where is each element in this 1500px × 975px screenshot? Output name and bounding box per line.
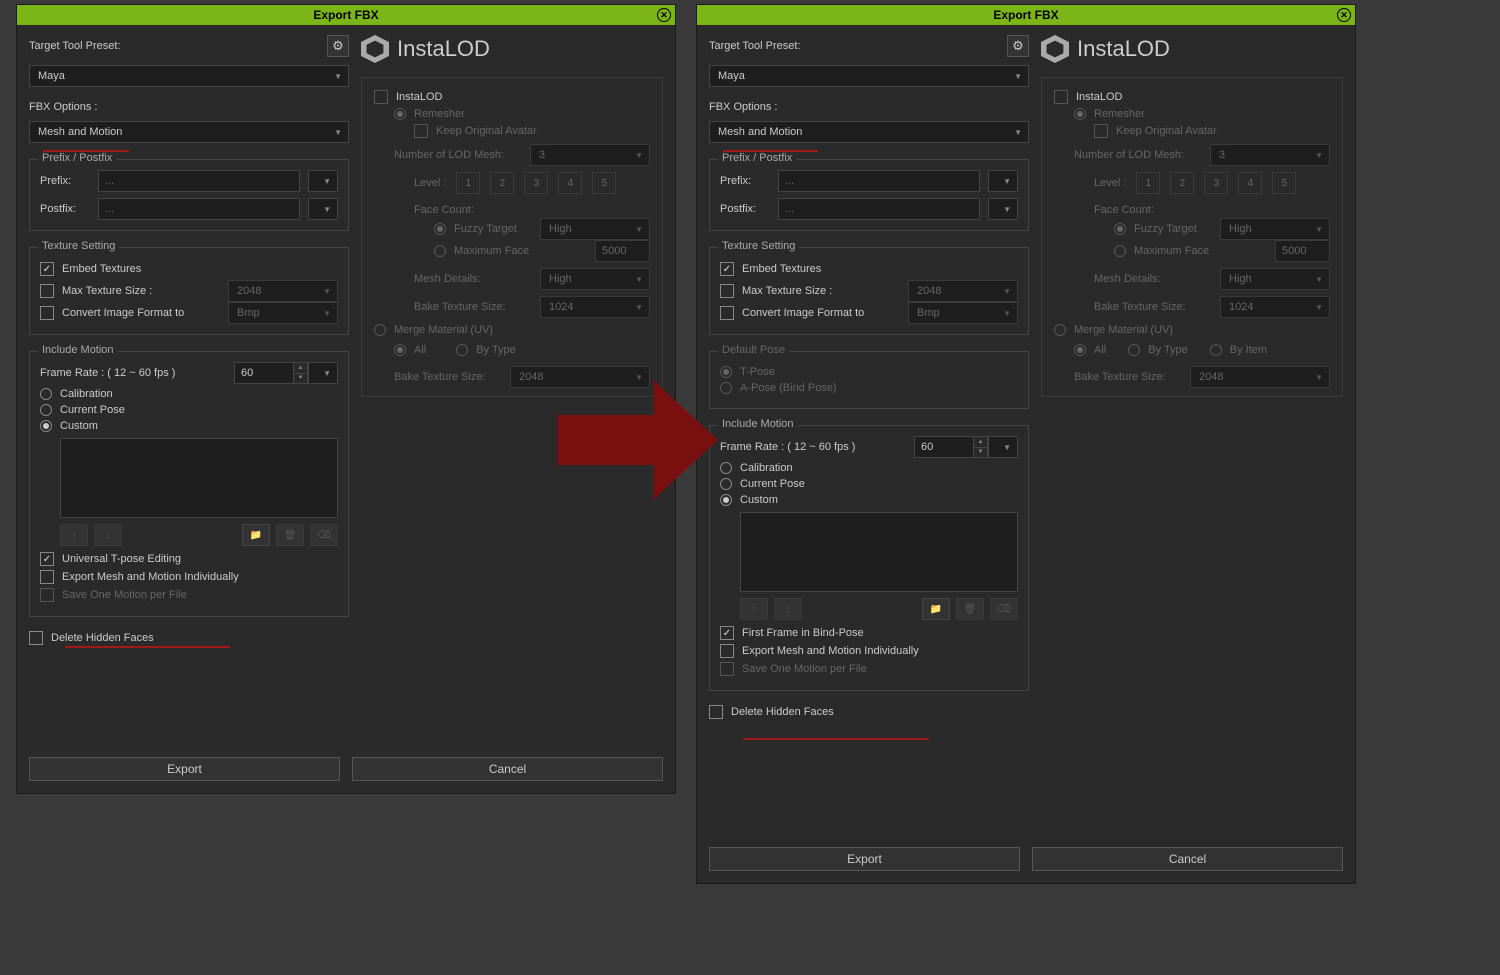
frame-rate-stepper[interactable]: 60 ▲▼ <box>234 362 338 384</box>
export-individually-checkbox[interactable] <box>720 644 734 658</box>
delete-icon[interactable]: 🗑 <box>276 524 304 546</box>
stepper-up-icon[interactable]: ▲ <box>294 363 307 374</box>
export-individually-checkbox[interactable] <box>40 570 54 584</box>
level-4-button: 4 <box>558 172 582 194</box>
close-button[interactable]: ✕ <box>657 8 671 22</box>
window-title: Export FBX <box>313 8 378 22</box>
instalod-checkbox[interactable] <box>374 90 388 104</box>
max-texture-checkbox[interactable] <box>40 284 54 298</box>
prefix-input[interactable]: ... <box>778 170 980 192</box>
gear-icon[interactable]: ⚙ <box>327 35 349 57</box>
prefix-input[interactable]: ... <box>98 170 300 192</box>
target-preset-select[interactable]: Maya <box>29 65 349 87</box>
current-pose-radio[interactable] <box>40 404 52 416</box>
target-preset-label: Target Tool Preset: <box>29 40 121 52</box>
cancel-button[interactable]: Cancel <box>352 757 663 781</box>
motion-listbox[interactable] <box>60 438 338 518</box>
texture-group: Texture Setting Embed Textures Max Textu… <box>29 247 349 335</box>
merge-material-radio <box>374 324 386 336</box>
add-folder-icon[interactable]: 📁 <box>242 524 270 546</box>
instalod-checkbox[interactable] <box>1054 90 1068 104</box>
delete-icon[interactable]: 🗑 <box>956 598 984 620</box>
move-up-icon[interactable]: ↑ <box>740 598 768 620</box>
move-down-icon[interactable]: ↓ <box>774 598 802 620</box>
keep-avatar-checkbox <box>414 124 428 138</box>
cancel-button[interactable]: Cancel <box>1032 847 1343 871</box>
level-5-button: 5 <box>592 172 616 194</box>
prefix-postfix-group: Prefix / Postfix Prefix: ... Postfix: ..… <box>29 159 349 231</box>
custom-radio[interactable] <box>40 420 52 432</box>
num-lod-select: 3 <box>530 144 650 166</box>
instalod-logo: InstaLOD <box>1041 35 1343 63</box>
calibration-radio[interactable] <box>40 388 52 400</box>
highlight-underline <box>43 150 129 152</box>
title-bar: Export FBX ✕ <box>697 5 1355 25</box>
move-up-icon[interactable]: ↑ <box>60 524 88 546</box>
postfix-dropdown[interactable] <box>988 198 1018 220</box>
default-pose-group: Default Pose T-Pose A-Pose (Bind Pose) <box>709 351 1029 409</box>
level-3-button: 3 <box>524 172 548 194</box>
clear-icon[interactable]: ⌫ <box>310 524 338 546</box>
export-button[interactable]: Export <box>29 757 340 781</box>
max-texture-checkbox[interactable] <box>720 284 734 298</box>
instalod-logo-icon <box>361 35 389 63</box>
clear-icon[interactable]: ⌫ <box>990 598 1018 620</box>
gear-icon[interactable]: ⚙ <box>1007 35 1029 57</box>
fbx-options-select[interactable]: Mesh and Motion <box>709 121 1029 143</box>
stepper-down-icon[interactable]: ▼ <box>294 374 307 384</box>
fbx-options-label: FBX Options : <box>29 101 349 113</box>
fbx-options-select[interactable]: Mesh and Motion <box>29 121 349 143</box>
add-folder-icon[interactable]: 📁 <box>922 598 950 620</box>
title-bar: Export FBX ✕ <box>17 5 675 25</box>
prefix-dropdown[interactable] <box>988 170 1018 192</box>
highlight-underline <box>65 646 230 648</box>
fbx-options-label: FBX Options : <box>709 101 1029 113</box>
motion-listbox[interactable] <box>740 512 1018 592</box>
frame-rate-stepper[interactable]: 60 ▲▼ <box>914 436 1018 458</box>
level-1-button: 1 <box>456 172 480 194</box>
convert-format-checkbox[interactable] <box>720 306 734 320</box>
postfix-input[interactable]: ... <box>98 198 300 220</box>
calibration-radio[interactable] <box>720 462 732 474</box>
close-button[interactable]: ✕ <box>1337 8 1351 22</box>
window-title: Export FBX <box>993 8 1058 22</box>
save-one-motion-checkbox <box>40 588 54 602</box>
remesher-radio <box>394 108 406 120</box>
include-motion-group: Include Motion Frame Rate : ( 12 ~ 60 fp… <box>29 351 349 617</box>
export-dialog-before: Export FBX ✕ Target Tool Preset: ⚙ Maya … <box>16 4 676 794</box>
instalod-logo: InstaLOD <box>361 35 663 63</box>
postfix-dropdown[interactable] <box>308 198 338 220</box>
move-down-icon[interactable]: ↓ <box>94 524 122 546</box>
prefix-postfix-group: Prefix / Postfix Prefix: ... Postfix: ..… <box>709 159 1029 231</box>
target-preset-label: Target Tool Preset: <box>709 40 801 52</box>
level-2-button: 2 <box>490 172 514 194</box>
stepper-down-icon[interactable]: ▼ <box>974 448 987 458</box>
embed-textures-checkbox[interactable] <box>40 262 54 276</box>
convert-format-checkbox[interactable] <box>40 306 54 320</box>
custom-radio[interactable] <box>720 494 732 506</box>
tpose-radio <box>720 366 732 378</box>
save-one-motion-checkbox <box>720 662 734 676</box>
target-preset-select[interactable]: Maya <box>709 65 1029 87</box>
universal-tpose-checkbox[interactable] <box>40 552 54 566</box>
embed-textures-checkbox[interactable] <box>720 262 734 276</box>
convert-format-select[interactable]: Bmp <box>228 302 338 324</box>
export-button[interactable]: Export <box>709 847 1020 871</box>
stepper-up-icon[interactable]: ▲ <box>974 437 987 448</box>
include-motion-group: Include Motion Frame Rate : ( 12 ~ 60 fp… <box>709 425 1029 691</box>
export-dialog-after: Export FBX ✕ Target Tool Preset: ⚙ Maya … <box>696 4 1356 884</box>
max-texture-select[interactable]: 2048 <box>228 280 338 302</box>
postfix-input[interactable]: ... <box>778 198 980 220</box>
current-pose-radio[interactable] <box>720 478 732 490</box>
delete-hidden-checkbox[interactable] <box>709 705 723 719</box>
apose-radio <box>720 382 732 394</box>
prefix-dropdown[interactable] <box>308 170 338 192</box>
first-frame-bindpose-checkbox[interactable] <box>720 626 734 640</box>
highlight-underline <box>743 738 929 740</box>
delete-hidden-checkbox[interactable] <box>29 631 43 645</box>
instalod-logo-icon <box>1041 35 1069 63</box>
texture-group: Texture Setting Embed Textures Max Textu… <box>709 247 1029 335</box>
highlight-underline <box>723 150 818 152</box>
